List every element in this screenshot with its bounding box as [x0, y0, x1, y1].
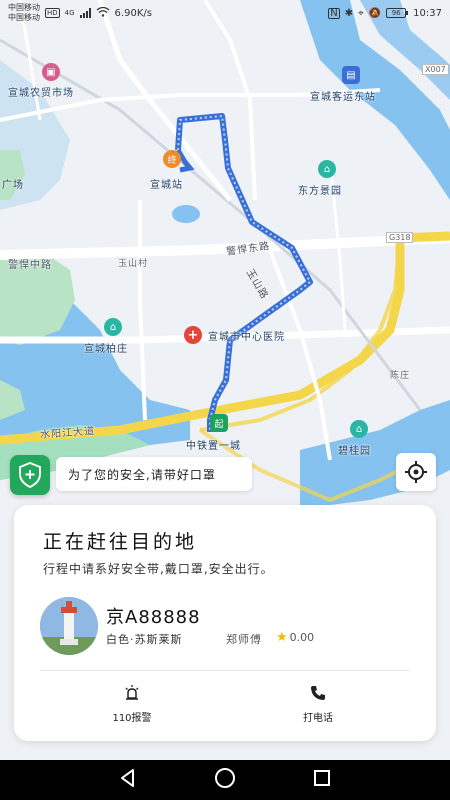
hospital-icon: + [184, 326, 202, 344]
back-button[interactable] [118, 768, 138, 792]
map-label-dongfang-garden: 东方景园 [298, 186, 342, 197]
market-icon: ▣ [42, 63, 60, 81]
recents-button[interactable] [312, 768, 332, 792]
home-button[interactable] [214, 767, 236, 793]
status-right: N ✱ ⌖ 🔕 96 10:37 [328, 7, 442, 19]
trip-hint: 行程中请系好安全带,戴口罩,安全出行。 [43, 562, 274, 576]
recents-icon [314, 770, 330, 786]
bluetooth-icon: ✱ [344, 7, 354, 19]
carrier-1: 中国移动 [8, 3, 40, 12]
start-marker-icon[interactable]: 起 [210, 414, 228, 432]
shield-icon [19, 462, 41, 488]
driver-name: 郑师傅 [226, 633, 262, 646]
map-label-chenzhuang: 陈庄 [390, 371, 411, 381]
locate-icon [405, 461, 427, 483]
location-icon: ⌖ [358, 7, 364, 19]
locate-button[interactable] [396, 453, 436, 491]
map-label-xingyu-mid-road: 警悍中路 [8, 260, 52, 271]
bus-icon: ▤ [342, 66, 360, 84]
carrier-info: 中国移动 中国移动 [8, 3, 40, 23]
wifi-icon [96, 6, 110, 20]
map-label-g318: G318 [386, 232, 414, 243]
call-driver-label: 打电话 [303, 713, 333, 724]
clock: 10:37 [413, 7, 442, 19]
map-label-yushan-village: 玉山村 [118, 259, 149, 269]
nfc-icon: N [328, 7, 340, 19]
end-marker-icon[interactable]: 终 [163, 150, 181, 168]
status-bar: 中国移动 中国移动 HD 4G 6.90K/s N ✱ ⌖ 🔕 96 10:37 [0, 0, 450, 26]
star-icon: ★ [276, 630, 288, 645]
carrier-2: 中国移动 [8, 13, 40, 22]
card-divider [40, 670, 410, 671]
trip-status: 正在赶往目的地 [43, 531, 198, 553]
residential-icon: ⌂ [318, 160, 336, 178]
driver-avatar[interactable] [40, 597, 98, 655]
battery-level: 96 [386, 8, 407, 18]
map-label-x007: X007 [422, 64, 449, 75]
system-nav-bar [0, 760, 450, 800]
battery-icon: 96 [386, 8, 409, 18]
map-label-farmer-market: 宣城农贸市场 [8, 88, 74, 99]
residential-icon: ⌂ [104, 318, 122, 336]
map-label-zhongtie: 中铁置一城 [186, 441, 241, 452]
map-label-baizhuang: 宣城柏庄 [84, 344, 128, 355]
signal-icon [79, 8, 91, 18]
hd-badge: HD [45, 8, 60, 18]
car-description: 白色·苏斯莱斯 [106, 633, 183, 646]
status-left: 中国移动 中国移动 HD 4G 6.90K/s [8, 3, 152, 23]
map-label-plaza: 广场 [2, 180, 24, 191]
trip-card: 正在赶往目的地 行程中请系好安全带,戴口罩,安全出行。 京A88888 白色·苏… [14, 505, 436, 741]
safety-center-button[interactable] [10, 455, 50, 495]
police-call-button[interactable]: 110报警 [92, 685, 172, 724]
driver-rating: ★ 0.00 [276, 630, 314, 645]
phone-icon [311, 686, 325, 700]
license-plate: 京A88888 [106, 607, 201, 628]
police-call-label: 110报警 [112, 713, 152, 724]
map-label-biguiyuan: 碧桂园 [338, 446, 371, 457]
safety-tip: 为了您的安全,请带好口罩 [56, 457, 252, 491]
screen: 宣城农贸市场 ▣ 宣城客运东站 ▤ 宣城站 终 东方景园 ⌂ 广场 警悍东路 警… [0, 0, 450, 800]
call-driver-button[interactable]: 打电话 [278, 685, 358, 724]
map-label-end-station: 宣城站 [150, 180, 183, 191]
network-speed: 6.90K/s [114, 7, 152, 19]
back-icon [121, 769, 134, 787]
mute-icon: 🔕 [368, 7, 382, 19]
rating-value: 0.00 [289, 631, 315, 644]
map-label-central-hospital: 宣城市中心医院 [208, 332, 285, 343]
alarm-icon [125, 685, 139, 700]
map-label-bus-station: 宣城客运东站 [310, 92, 376, 103]
residential-icon: ⌂ [350, 420, 368, 438]
home-icon [215, 768, 235, 788]
network-type: 4G [64, 9, 75, 17]
